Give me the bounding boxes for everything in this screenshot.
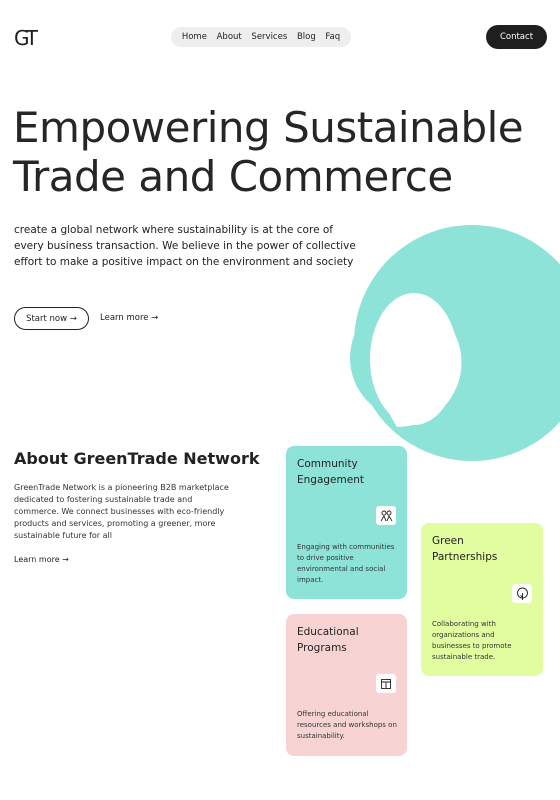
main-nav: Home About Services Blog Faq bbox=[171, 27, 351, 47]
logo[interactable]: GT bbox=[14, 26, 38, 50]
nav-faq[interactable]: Faq bbox=[325, 32, 340, 42]
small-teal-circle bbox=[350, 296, 474, 420]
hero-description: create a global network where sustainabi… bbox=[14, 224, 356, 268]
about-learn-more-link[interactable]: Learn more → bbox=[14, 555, 69, 564]
about-title: About GreenTrade Network bbox=[14, 449, 260, 468]
circle-overlap-cutout-2 bbox=[370, 293, 458, 425]
hero-title: Empowering Sustainable Trade and Commerc… bbox=[13, 103, 543, 201]
card-title: Green Partnerships bbox=[432, 535, 498, 563]
tree-icon bbox=[512, 584, 532, 603]
large-teal-circle bbox=[354, 225, 560, 461]
hero-title-line-2: Trade and Commerce bbox=[13, 152, 453, 201]
card-text: Collaborating with organizations and bus… bbox=[432, 620, 512, 661]
hero-learn-more-link[interactable]: Learn more → bbox=[100, 313, 158, 323]
nav-blog[interactable]: Blog bbox=[297, 32, 316, 42]
card-community-engagement[interactable]: Community Engagement Engaging with commu… bbox=[286, 446, 407, 599]
hero-title-line-1: Empowering Sustainable bbox=[13, 103, 524, 152]
contact-button[interactable]: Contact bbox=[486, 25, 547, 49]
about-description: GreenTrade Network is a pioneering B2B m… bbox=[14, 483, 229, 540]
card-educational-programs[interactable]: Educational Programs Offering educationa… bbox=[286, 614, 407, 756]
circle-overlap-cutout bbox=[377, 298, 462, 427]
card-title: Community Engagement bbox=[297, 458, 364, 486]
book-icon bbox=[376, 674, 396, 693]
nav-services[interactable]: Services bbox=[251, 32, 287, 42]
nav-home[interactable]: Home bbox=[182, 32, 207, 42]
nav-about[interactable]: About bbox=[217, 32, 242, 42]
card-text: Engaging with communities to drive posit… bbox=[297, 543, 395, 584]
people-icon bbox=[376, 506, 396, 525]
card-green-partnerships[interactable]: Green Partnerships Collaborating with or… bbox=[421, 523, 543, 676]
card-text: Offering educational resources and works… bbox=[297, 710, 397, 740]
card-title: Educational Programs bbox=[297, 626, 359, 654]
start-now-button[interactable]: Start now → bbox=[14, 307, 89, 330]
